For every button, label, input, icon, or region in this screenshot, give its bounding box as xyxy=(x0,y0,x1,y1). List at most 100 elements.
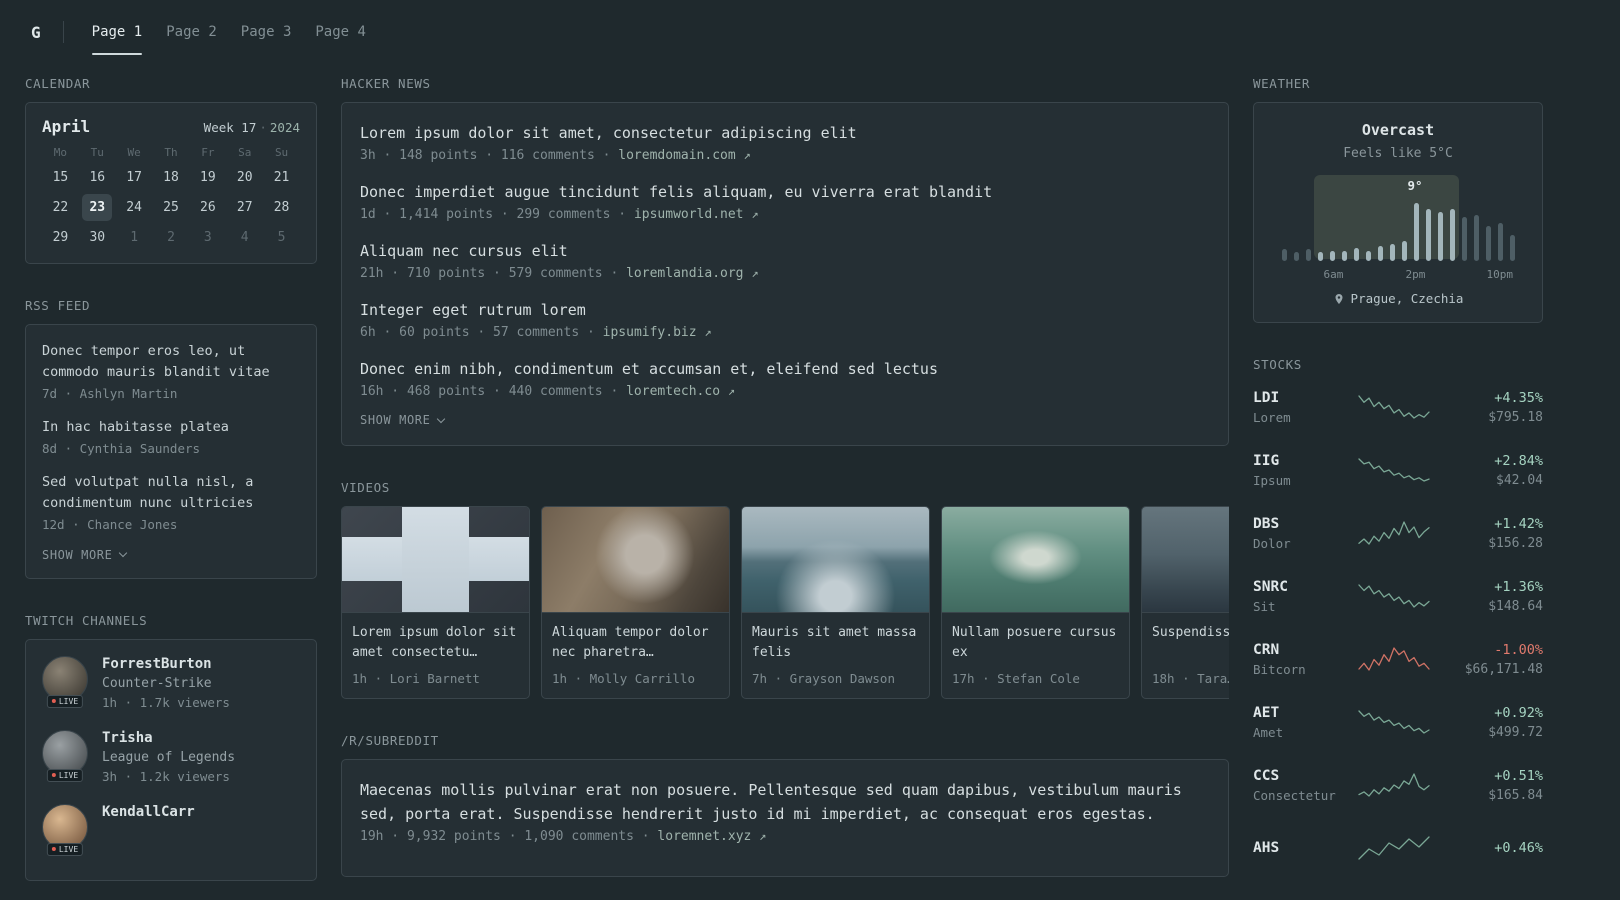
video-title[interactable]: Lorem ipsum dolor sit amet consectetu… xyxy=(352,623,519,663)
hackernews-item-title[interactable]: Donec enim nibh, condimentum et accumsan… xyxy=(360,357,1210,381)
sea-wake-thumbnail xyxy=(742,507,929,613)
calendar-week-year: Week 17 · 2024 xyxy=(204,120,300,135)
stock-name: Bitcorn xyxy=(1253,661,1306,677)
stock-ticker: CRN xyxy=(1253,641,1280,658)
subreddit-post-title[interactable]: Maecenas mollis pulvinar erat non posuer… xyxy=(360,778,1210,826)
video-title[interactable]: Suspendisse diam xyxy=(1152,623,1229,663)
weather-chart: 9° 6am 2pm 10pm xyxy=(1281,175,1515,281)
stock-price: $66,171.48 xyxy=(1464,661,1543,677)
weather-widget: WEATHER Overcast Feels like 5°C 9° 6am 2p… xyxy=(1253,76,1543,323)
hackernews-item-title[interactable]: Aliquam nec cursus elit xyxy=(360,239,1210,263)
stock-change: +4.35% xyxy=(1494,389,1543,406)
hackernews-item-domain[interactable]: loremdomain.com ↗ xyxy=(618,148,750,163)
calendar-day: 30 xyxy=(89,230,106,245)
stock-row[interactable]: CRN Bitcorn -1.00% $66,171.48 xyxy=(1253,635,1543,683)
live-dot-icon xyxy=(51,699,56,704)
calendar-week-label: Week 17 xyxy=(203,120,257,135)
hackernews-item-domain[interactable]: loremtech.co ↗ xyxy=(626,384,735,399)
videos-widget: VIDEOS Lorem ipsum dolor sit amet consec… xyxy=(341,480,1229,699)
hackernews-item: Integer eget rutrum lorem 6h · 60 points … xyxy=(360,298,1210,340)
stock-ticker: DBS xyxy=(1253,515,1280,532)
twitch-list: LIVE ForrestBurton Counter-Strike 1h · 1.7k… xyxy=(42,655,300,856)
middle-column: HACKER NEWS Lorem ipsum dolor sit amet, … xyxy=(341,76,1229,900)
stock-sparkline xyxy=(1357,772,1435,798)
external-link-icon: ↗ xyxy=(751,207,759,221)
hackernews-item-domain[interactable]: ipsumify.biz ↗ xyxy=(603,325,712,340)
external-link-icon: ↗ xyxy=(751,266,759,280)
weather-hour-bar xyxy=(1389,244,1395,261)
video-title[interactable]: Mauris sit amet massa felis xyxy=(752,623,919,663)
subreddit-card: Maecenas mollis pulvinar erat non posuer… xyxy=(341,759,1229,877)
twitch-channel-name[interactable]: Trisha xyxy=(102,730,235,746)
tab-page-1[interactable]: Page 1 xyxy=(80,0,155,64)
video-title[interactable]: Nullam posuere cursus ex xyxy=(952,623,1119,663)
weather-hour-bar xyxy=(1485,226,1491,261)
stock-price: $156.28 xyxy=(1488,535,1543,551)
external-link-icon: ↗ xyxy=(704,325,712,339)
calendar-day: 5 xyxy=(277,230,286,245)
stock-sparkline xyxy=(1357,457,1435,483)
hackernews-widget: HACKER NEWS Lorem ipsum dolor sit amet, … xyxy=(341,76,1229,446)
video-title[interactable]: Aliquam tempor dolor nec pharetra… xyxy=(552,623,719,663)
stock-row[interactable]: DBS Dolor +1.42% $156.28 xyxy=(1253,509,1543,557)
hackernews-item-title[interactable]: Integer eget rutrum lorem xyxy=(360,298,1210,322)
twitch-channel-name[interactable]: ForrestBurton xyxy=(102,656,230,672)
twitch-channel-name[interactable]: KendallCarr xyxy=(102,804,195,820)
stock-values: +1.36% $148.64 xyxy=(1443,579,1543,614)
hackernews-item-domain[interactable]: loremlandia.org ↗ xyxy=(626,266,758,281)
twitch-avatar-wrap: LIVE xyxy=(42,729,88,782)
live-dot-icon xyxy=(51,847,56,852)
stock-row[interactable]: AET Amet +0.92% $499.72 xyxy=(1253,698,1543,746)
stock-id: CRN Bitcorn xyxy=(1253,642,1349,677)
calendar-day-header: We xyxy=(127,146,141,159)
rss-item-title[interactable]: Sed volutpat nulla nisl, a condimentum n… xyxy=(42,472,300,514)
tab-page-4[interactable]: Page 4 xyxy=(303,0,378,64)
calendar-day-header: Th xyxy=(164,146,178,159)
tab-page-2[interactable]: Page 2 xyxy=(154,0,229,64)
right-column: WEATHER Overcast Feels like 5°C 9° 6am 2p… xyxy=(1253,76,1543,900)
topbar-divider xyxy=(62,21,64,43)
calendar-day: 4 xyxy=(240,230,249,245)
calendar-day-header: Tu xyxy=(90,146,104,159)
weather-time-label: 6am xyxy=(1323,268,1344,281)
calendar-day: 15 xyxy=(52,170,69,185)
hackernews-item-title[interactable]: Lorem ipsum dolor sit amet, consectetur … xyxy=(360,121,1210,145)
stock-values: +1.42% $156.28 xyxy=(1443,516,1543,551)
fog-thumbnail xyxy=(1142,507,1229,613)
page-tabs: Page 1 Page 2 Page 3 Page 4 xyxy=(80,0,378,64)
live-dot-icon xyxy=(51,773,56,778)
video-card[interactable]: Aliquam tempor dolor nec pharetra… 1h · M… xyxy=(541,506,730,699)
stock-row[interactable]: LDI Lorem +4.35% $795.18 xyxy=(1253,383,1543,431)
app-logo[interactable]: G xyxy=(25,23,47,42)
video-card[interactable]: Suspendisse diam 18h · Tara… xyxy=(1141,506,1229,699)
hackernews-item-title[interactable]: Donec imperdiet augue tincidunt felis al… xyxy=(360,180,1210,204)
stock-change: +1.42% xyxy=(1494,515,1543,532)
videos-row[interactable]: Lorem ipsum dolor sit amet consectetu… 1h… xyxy=(341,506,1229,699)
rss-item-title[interactable]: In hac habitasse platea xyxy=(42,417,300,438)
hackernews-item-domain[interactable]: ipsumworld.net ↗ xyxy=(634,207,759,222)
stock-row[interactable]: IIG Ipsum +2.84% $42.04 xyxy=(1253,446,1543,494)
hackernews-show-more-button[interactable]: SHOW MORE xyxy=(360,413,446,427)
live-badge: LIVE xyxy=(46,694,84,708)
hackernews-item-meta: 3h · 148 points · 116 comments · loremdo… xyxy=(360,148,751,163)
stock-values: +0.51% $165.84 xyxy=(1443,768,1543,803)
location-pin-icon xyxy=(1333,293,1345,305)
stock-row[interactable]: SNRC Sit +1.36% $148.64 xyxy=(1253,572,1543,620)
video-card[interactable]: Nullam posuere cursus ex 17h · Stefan Col… xyxy=(941,506,1130,699)
twitch-channel-meta: 3h · 1.2k viewers xyxy=(102,768,230,784)
calendar-day: 28 xyxy=(273,200,290,215)
weather-hour-bar xyxy=(1353,248,1359,261)
rss-item-title[interactable]: Donec tempor eros leo, ut commodo mauris… xyxy=(42,341,300,383)
weather-hour-bar xyxy=(1449,209,1455,261)
subreddit-post-domain[interactable]: loremnet.xyz ↗ xyxy=(657,829,766,844)
stock-row[interactable]: CCS Consectetur +0.51% $165.84 xyxy=(1253,761,1543,809)
stock-row[interactable]: AHS +0.46% xyxy=(1253,824,1543,872)
video-card[interactable]: Lorem ipsum dolor sit amet consectetu… 1h… xyxy=(341,506,530,699)
calendar-year: 2024 xyxy=(269,120,300,135)
rss-show-more-button[interactable]: SHOW MORE xyxy=(42,548,128,562)
calendar-day: 27 xyxy=(236,200,253,215)
stock-name: Consectetur xyxy=(1253,787,1336,803)
stock-price: $795.18 xyxy=(1488,409,1543,425)
video-card[interactable]: Mauris sit amet massa felis 7h · Grayson … xyxy=(741,506,930,699)
tab-page-3[interactable]: Page 3 xyxy=(229,0,304,64)
